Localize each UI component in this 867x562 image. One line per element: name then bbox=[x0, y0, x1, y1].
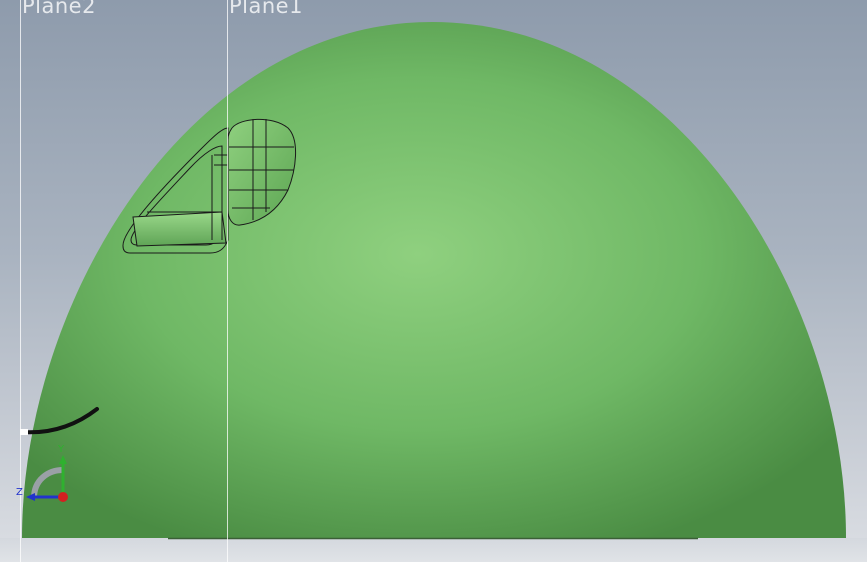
dome-surface[interactable] bbox=[22, 22, 846, 538]
plane1-trace[interactable] bbox=[227, 0, 228, 562]
triad-z-label: Z bbox=[16, 487, 23, 498]
dome-model[interactable] bbox=[0, 0, 867, 562]
sketch-curve-endpoint[interactable] bbox=[20, 429, 28, 435]
plane2-trace[interactable] bbox=[20, 0, 21, 562]
plane2-label[interactable]: Plane2 bbox=[22, 0, 96, 18]
graphics-viewport[interactable]: Plane2 Plane1 Y Z bbox=[0, 0, 867, 562]
triad-x-axis bbox=[58, 492, 68, 502]
plane1-label[interactable]: Plane1 bbox=[229, 0, 303, 18]
triad-y-label: Y bbox=[58, 444, 65, 455]
